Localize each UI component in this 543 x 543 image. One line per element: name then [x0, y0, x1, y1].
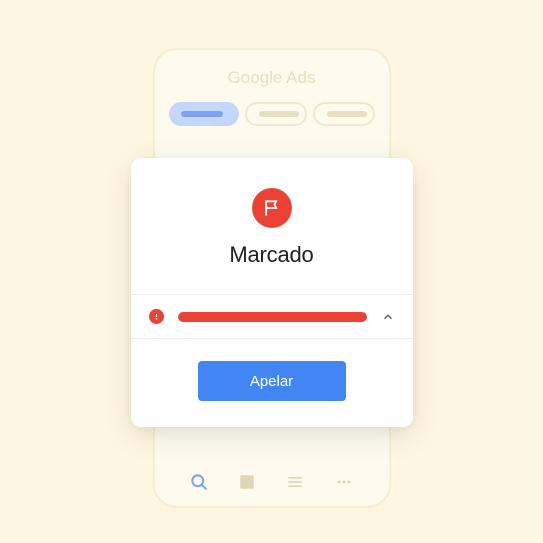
error-row[interactable]: [131, 294, 413, 339]
card-header: Marcado: [131, 158, 413, 294]
tab-pill[interactable]: [245, 102, 307, 126]
tab-pills: [155, 102, 389, 126]
card-footer: Apelar: [131, 339, 413, 427]
app-title: Google Ads: [155, 68, 389, 88]
appeal-button[interactable]: Apelar: [198, 361, 346, 401]
menu-icon[interactable]: [285, 472, 305, 492]
chart-icon[interactable]: [238, 473, 256, 491]
tab-pill[interactable]: [313, 102, 375, 126]
tab-pill-active[interactable]: [169, 102, 239, 126]
bottom-nav: [155, 472, 389, 492]
error-icon: [149, 309, 164, 324]
status-card: Marcado Apelar: [131, 158, 413, 427]
flag-icon: [252, 188, 292, 228]
error-bar: [178, 312, 367, 322]
search-icon[interactable]: [189, 472, 209, 492]
more-icon[interactable]: [334, 472, 354, 492]
chevron-up-icon[interactable]: [381, 310, 395, 324]
card-title: Marcado: [151, 242, 393, 268]
